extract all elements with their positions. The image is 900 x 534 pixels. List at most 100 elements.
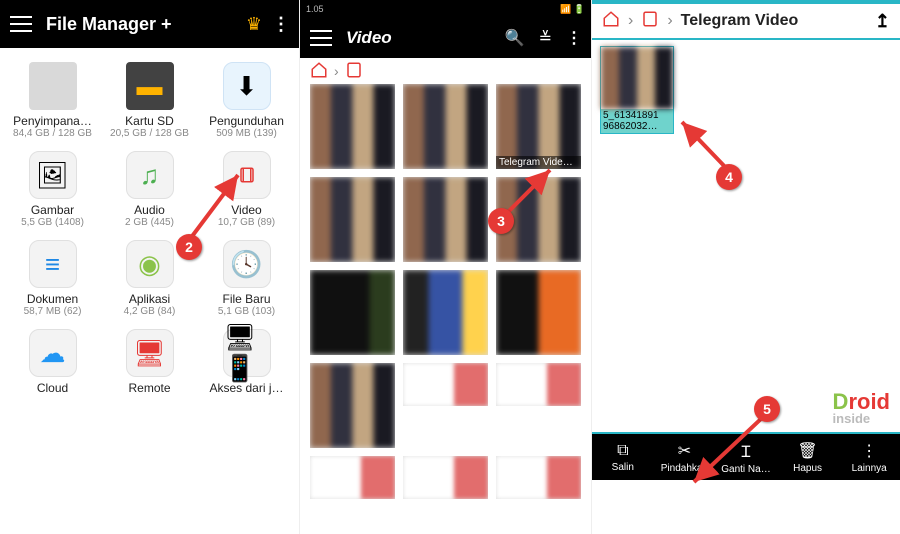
search-icon[interactable]: 🔍 [505,28,525,48]
breadcrumb-current: Telegram Video [681,12,799,30]
category-label: Akses dari j… [209,381,283,395]
category-network-access[interactable]: 🖥📱 Akses dari j… [200,325,293,399]
folder-body: 5_61341891 96862032… Droid inside ⧉ Sali… [592,40,900,480]
home-icon[interactable] [602,10,620,33]
category-grid: Penyimpana… 84,4 GB / 128 GB ▬ Kartu SD … [0,48,299,409]
category-downloads[interactable]: ⬇ Pengunduhan 509 MB (139) [200,58,293,143]
music-icon: ♫ [126,151,174,199]
button-label: Ganti Na… [721,464,770,475]
annotation-badge-4: 4 [716,164,742,190]
category-sub: 10,7 GB (89) [218,217,275,228]
category-sub: 4,2 GB (84) [124,306,176,317]
category-sub: 2 GB (445) [125,217,174,228]
video-thumb[interactable] [310,456,395,499]
video-thumb[interactable] [403,456,488,499]
category-internal-storage[interactable]: Penyimpana… 84,4 GB / 128 GB [6,58,99,143]
video-thumb[interactable] [310,270,395,355]
button-label: Pindahkan [661,463,708,474]
android-icon: ◉ [126,240,174,288]
category-sub: 5,1 GB (103) [218,306,275,317]
category-images[interactable]: 🖼 Gambar 5,5 GB (1408) [6,147,99,232]
menu-icon[interactable] [310,30,332,46]
app-title: File Manager + [46,14,246,35]
category-label: Video [231,203,261,217]
category-sub: 20,5 GB / 128 GB [110,128,189,139]
download-icon: ⬇ [223,62,271,110]
category-label: Penyimpana… [13,114,92,128]
category-label: Aplikasi [129,292,170,306]
video-thumb[interactable] [496,363,581,406]
panel-telegram-video: › › Telegram Video ↥ 5_61341891 96862032… [592,0,900,534]
button-label: Lainnya [852,463,887,474]
rename-button[interactable]: Ɪ Ganti Na… [715,434,777,480]
category-sd-card[interactable]: ▬ Kartu SD 20,5 GB / 128 GB [103,58,196,143]
move-button[interactable]: ✂ Pindahkan [654,434,716,480]
status-bar: 1.05 📶 🔋 [300,0,591,18]
selected-video-file[interactable]: 5_61341891 96862032… [600,46,674,134]
action-toolbar: ⧉ Salin ✂ Pindahkan Ɪ Ganti Na… 🗑 Hapus … [592,432,900,480]
clock-icon: 🕓 [223,240,271,288]
video-thumbnail-grid: Telegram Video… [300,84,591,499]
category-sub: 509 MB (139) [216,128,277,139]
breadcrumb: › [300,58,591,84]
category-label: Kartu SD [125,114,174,128]
category-video[interactable]: Video 10,7 GB (89) [200,147,293,232]
category-cloud[interactable]: ☁ Cloud [6,325,99,399]
video-thumb[interactable] [403,84,488,169]
storage-icon [29,62,77,110]
category-label: Cloud [37,381,68,395]
category-documents[interactable]: ≡ Dokumen 58,7 MB (62) [6,236,99,321]
cloud-icon: ☁ [29,329,77,377]
film-icon [345,61,363,82]
category-new-files[interactable]: 🕓 File Baru 5,1 GB (103) [200,236,293,321]
button-label: Salin [612,462,634,473]
up-icon[interactable]: ↥ [875,11,890,32]
category-label: Dokumen [27,292,78,306]
scissors-icon: ✂ [678,441,691,461]
chevron-right-icon: › [667,12,672,30]
video-thumb[interactable] [496,456,581,499]
copy-button[interactable]: ⧉ Salin [592,434,654,480]
sort-icon[interactable]: ≚ [539,28,552,48]
video-header: Video 🔍 ≚ ⋮ [300,18,591,58]
category-sub: 58,7 MB (62) [24,306,82,317]
video-thumb[interactable] [403,177,488,262]
overflow-icon[interactable]: ⋮ [566,28,581,48]
folder-header: › › Telegram Video ↥ [592,0,900,40]
category-label: Gambar [31,203,74,217]
document-icon: ≡ [29,240,77,288]
devices-icon: 🖥📱 [223,329,271,377]
status-icons: 📶 🔋 [560,4,585,15]
video-thumb[interactable] [310,84,395,169]
panel-file-manager: File Manager + ♛ ⋮ Penyimpana… 84,4 GB /… [0,0,300,534]
crown-icon[interactable]: ♛ [246,14,262,35]
button-label: Hapus [793,463,822,474]
category-sub: 84,4 GB / 128 GB [13,128,92,139]
folder-label: Telegram Video… [496,156,581,169]
sd-card-icon: ▬ [126,62,174,110]
header-title: Video [346,28,491,48]
filename: 5_61341891 96862032… [601,109,673,133]
chevron-right-icon: › [628,12,633,30]
home-icon[interactable] [310,61,328,82]
app-header: File Manager + ♛ ⋮ [0,0,299,48]
category-remote[interactable]: 🖥 Remote [103,325,196,399]
trash-icon: 🗑 [797,441,817,461]
film-icon [641,10,659,33]
video-folder-telegram[interactable]: Telegram Video… [496,84,581,169]
monitor-icon: 🖥 [126,329,174,377]
copy-icon: ⧉ [617,442,628,460]
video-thumb[interactable] [310,177,395,262]
category-audio[interactable]: ♫ Audio 2 GB (445) [103,147,196,232]
video-thumb[interactable] [403,363,488,406]
more-button[interactable]: ⋮ Lainnya [838,434,900,480]
category-label: Audio [134,203,165,217]
overflow-icon[interactable]: ⋮ [272,14,289,35]
delete-button[interactable]: 🗑 Hapus [777,434,839,480]
category-sub: 5,5 GB (1408) [21,217,84,228]
video-thumb[interactable] [310,363,395,448]
video-thumb[interactable] [496,270,581,355]
menu-icon[interactable] [10,16,32,32]
category-label: Pengunduhan [209,114,284,128]
video-thumb[interactable] [403,270,488,355]
